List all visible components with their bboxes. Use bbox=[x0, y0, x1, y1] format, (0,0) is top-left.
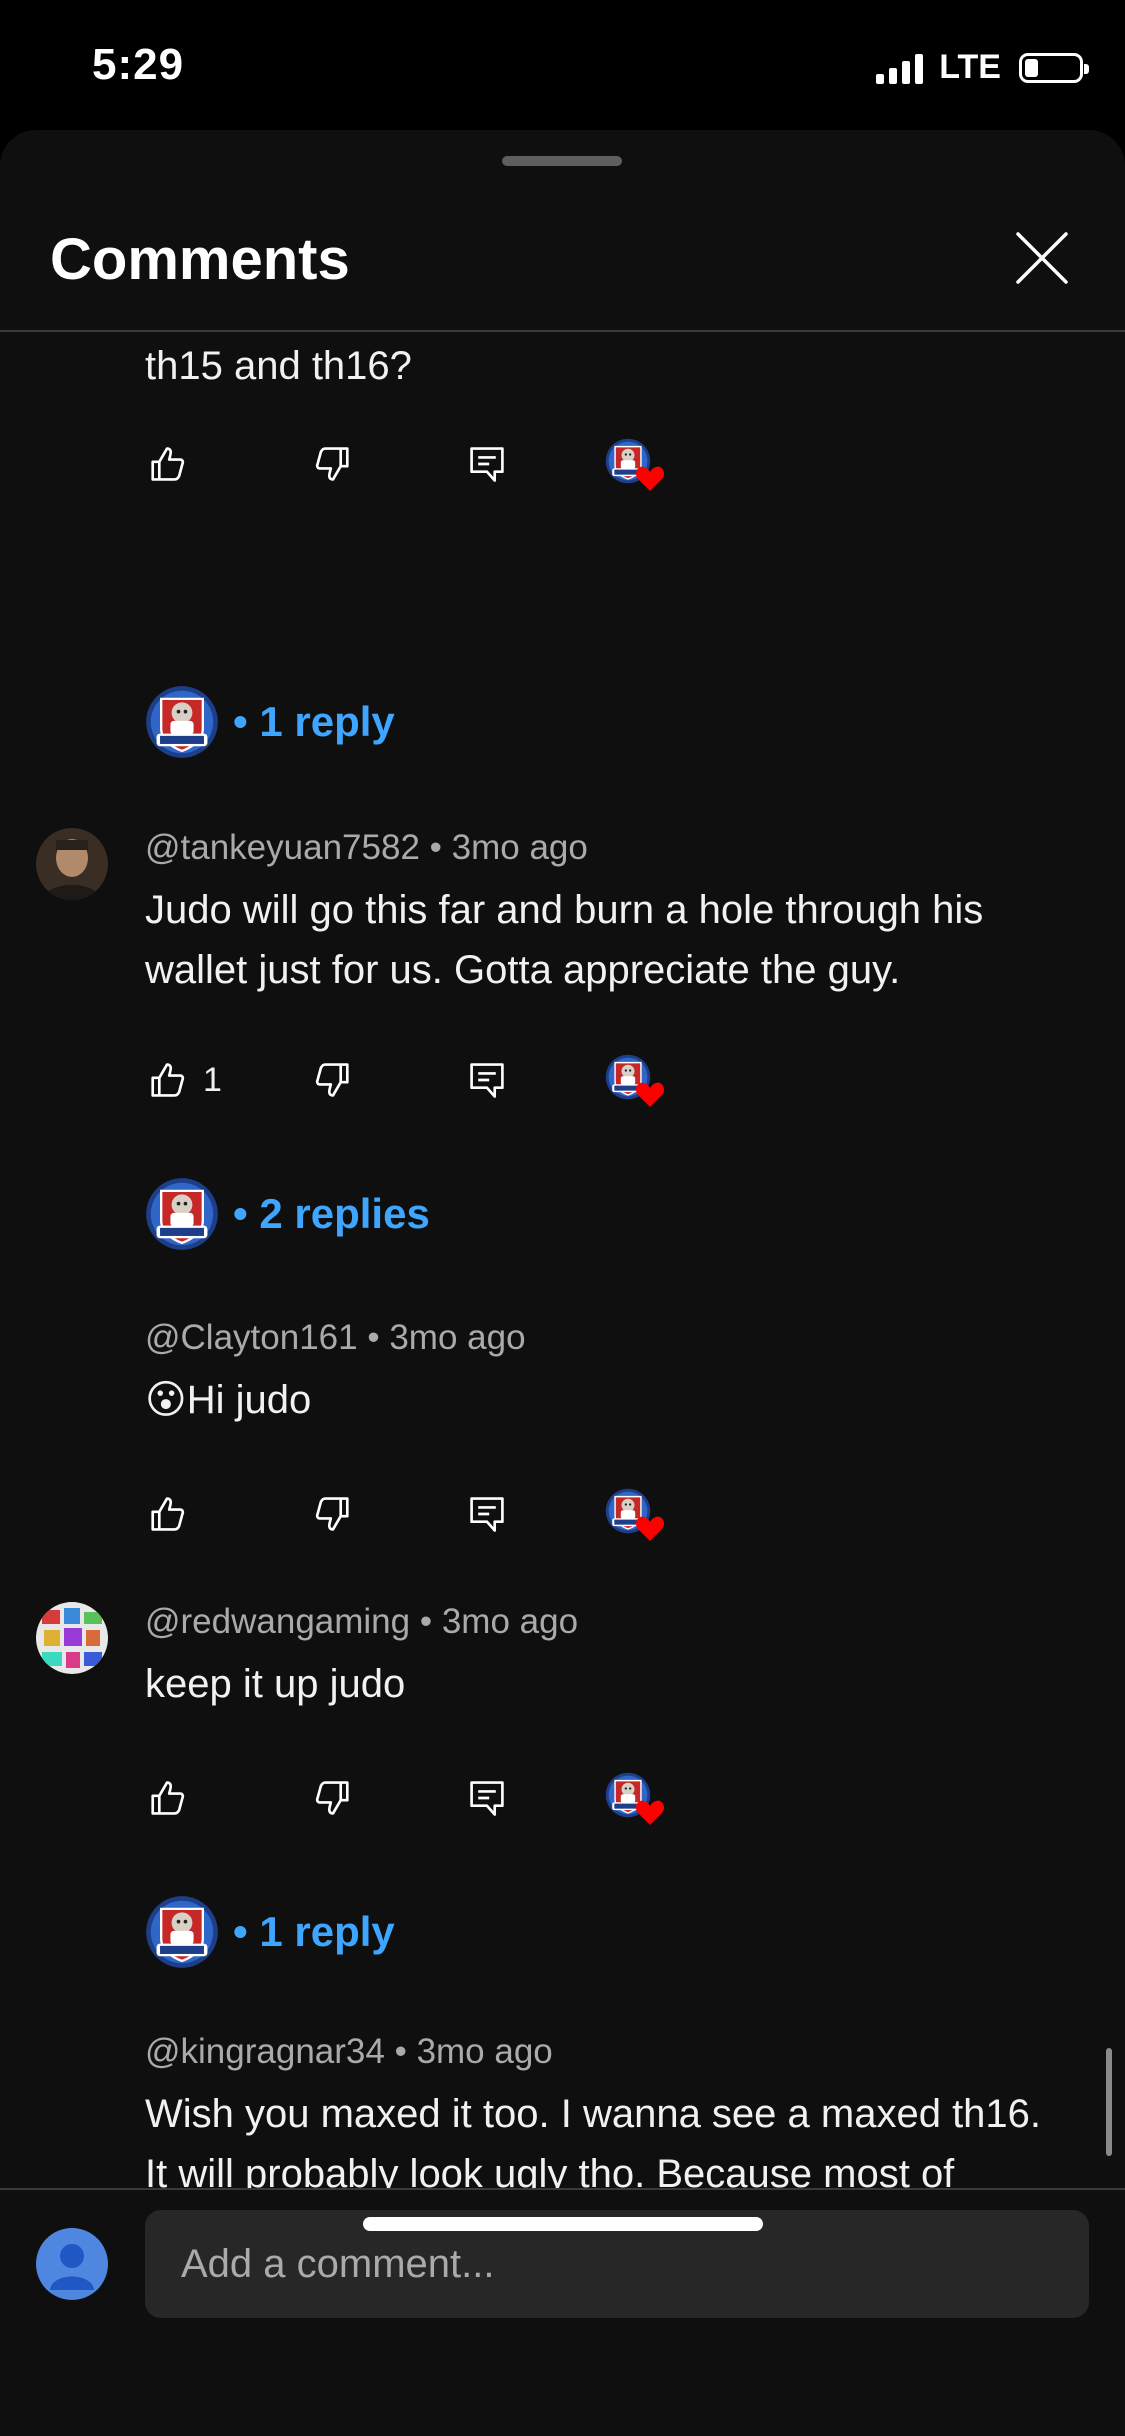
creator-heart-badge bbox=[605, 1488, 669, 1544]
status-indicators: LTE bbox=[876, 48, 1089, 87]
comment-author[interactable]: @kingragnar34 bbox=[145, 2032, 385, 2071]
dislike-button[interactable] bbox=[311, 434, 355, 494]
comments-sheet: Comments th15 and th16? • 1 reply @tanke… bbox=[0, 130, 1125, 2436]
creator-heart-badge bbox=[605, 1054, 669, 1110]
comment-text: keep it up judo bbox=[145, 1662, 406, 1706]
close-icon[interactable] bbox=[1010, 226, 1074, 290]
like-icon bbox=[145, 442, 189, 486]
like-button[interactable] bbox=[145, 1484, 189, 1544]
creator-heart-icon bbox=[635, 466, 665, 491]
comment-actions bbox=[145, 434, 705, 494]
comment-actions bbox=[145, 1484, 705, 1544]
creator-avatar-icon bbox=[145, 685, 219, 759]
comment-emoji: 😮 bbox=[145, 1378, 187, 1422]
view-replies-button[interactable]: • 1 reply bbox=[145, 682, 395, 762]
like-button[interactable]: 1 bbox=[145, 1050, 222, 1110]
avatar bbox=[36, 2228, 108, 2300]
sheet-drag-handle[interactable] bbox=[502, 156, 622, 166]
like-icon bbox=[145, 1776, 189, 1820]
dislike-button[interactable] bbox=[311, 1484, 355, 1544]
reply-button[interactable] bbox=[465, 434, 509, 494]
user-avatar-icon bbox=[50, 2244, 94, 2290]
comment-meta: @tankeyuan7582 • 3mo ago bbox=[145, 828, 588, 867]
comment-meta: @kingragnar34 • 3mo ago bbox=[145, 2032, 553, 2071]
comment-age: 3mo ago bbox=[441, 1602, 579, 1641]
view-replies-button[interactable]: • 2 replies bbox=[145, 1174, 430, 1254]
reply-icon bbox=[465, 1058, 509, 1102]
user-avatar-icon bbox=[36, 1602, 108, 1674]
comment-author[interactable]: @redwangaming bbox=[145, 1602, 410, 1641]
dislike-icon bbox=[311, 442, 355, 486]
reply-icon bbox=[465, 1776, 509, 1820]
creator-heart-icon bbox=[635, 1082, 665, 1107]
reply-icon bbox=[465, 442, 509, 486]
comment-age: 3mo ago bbox=[451, 828, 588, 867]
comment-text: Wish you maxed it too. I wanna see a max… bbox=[145, 2092, 1042, 2188]
avatar[interactable] bbox=[36, 1602, 108, 1674]
comment-meta: @redwangaming • 3mo ago bbox=[145, 1602, 579, 1641]
replies-count: • 1 reply bbox=[233, 1908, 395, 1955]
creator-heart-badge bbox=[605, 1772, 669, 1828]
like-button[interactable] bbox=[145, 1768, 189, 1828]
replies-count: • 1 reply bbox=[233, 698, 395, 745]
network-type: LTE bbox=[939, 48, 1001, 86]
reply-button[interactable] bbox=[465, 1768, 509, 1828]
battery-icon bbox=[1019, 52, 1089, 83]
like-button[interactable] bbox=[145, 434, 189, 494]
creator-avatar-icon bbox=[145, 1895, 219, 1969]
comments-header: Comments bbox=[0, 130, 1125, 332]
like-count: 1 bbox=[203, 1060, 222, 1099]
dislike-button[interactable] bbox=[311, 1050, 355, 1110]
like-icon bbox=[145, 1492, 189, 1536]
comment-age: 3mo ago bbox=[389, 1318, 526, 1357]
creator-heart-icon bbox=[635, 1800, 665, 1825]
reply-button[interactable] bbox=[465, 1484, 509, 1544]
comment-age: 3mo ago bbox=[416, 2032, 553, 2071]
comment-text: 😮Hi judo bbox=[145, 1370, 1065, 1430]
home-indicator[interactable] bbox=[363, 2217, 763, 2231]
comment-meta: @Clayton161 • 3mo ago bbox=[145, 1318, 526, 1357]
comment-text: Judo will go this far and burn a hole th… bbox=[145, 888, 984, 992]
reply-icon bbox=[465, 1492, 509, 1536]
creator-heart-icon bbox=[635, 1516, 665, 1541]
scrollbar[interactable] bbox=[1106, 2048, 1112, 2156]
status-bar: 5:29 LTE bbox=[0, 0, 1125, 130]
dislike-icon bbox=[311, 1058, 355, 1102]
dislike-icon bbox=[311, 1492, 355, 1536]
page-title: Comments bbox=[50, 227, 350, 292]
creator-avatar-icon bbox=[145, 1177, 219, 1251]
dislike-button[interactable] bbox=[311, 1768, 355, 1828]
status-time: 5:29 bbox=[92, 40, 185, 89]
comment-actions bbox=[145, 1768, 705, 1828]
like-icon bbox=[145, 1058, 189, 1102]
view-replies-button[interactable]: • 1 reply bbox=[145, 1892, 395, 1972]
dislike-icon bbox=[311, 1776, 355, 1820]
reply-button[interactable] bbox=[465, 1050, 509, 1110]
comment-author[interactable]: @Clayton161 bbox=[145, 1318, 358, 1357]
comment-author[interactable]: @tankeyuan7582 bbox=[145, 828, 420, 867]
comment-body: Hi judo bbox=[186, 1378, 312, 1422]
comment-actions: 1 bbox=[145, 1050, 705, 1110]
comments-list[interactable]: th15 and th16? • 1 reply @tankeyuan7582 … bbox=[0, 332, 1125, 2188]
comment-text: th15 and th16? bbox=[145, 344, 412, 388]
cellular-signal-icon bbox=[876, 52, 924, 84]
user-avatar-icon bbox=[36, 828, 108, 900]
avatar[interactable] bbox=[36, 828, 108, 900]
replies-count: • 2 replies bbox=[233, 1190, 430, 1237]
creator-heart-badge bbox=[605, 438, 669, 494]
